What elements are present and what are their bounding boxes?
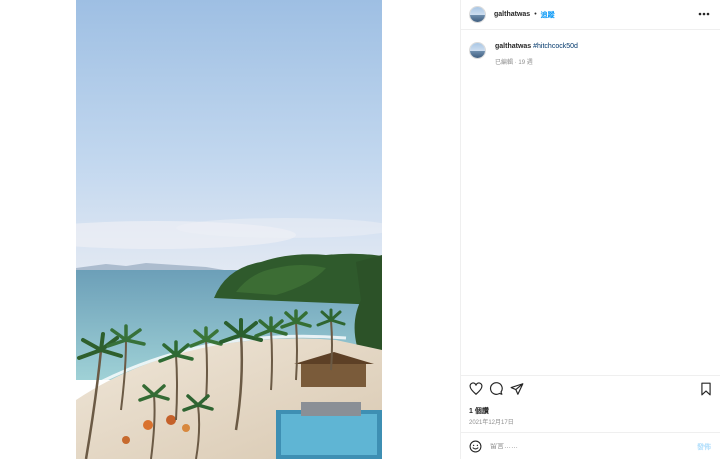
heart-icon[interactable] [469, 382, 483, 396]
post-comment-button[interactable]: 發佈 [697, 442, 711, 452]
comment-icon[interactable] [489, 382, 503, 396]
photo-area [0, 0, 460, 459]
instagram-post-view: galthatwas • 追蹤 galthatwas #hitchcock50d… [0, 0, 720, 459]
comment-bar: 發佈 [461, 432, 720, 459]
comment-input[interactable] [490, 442, 670, 450]
more-horizontal-icon[interactable] [697, 8, 711, 20]
post-date: 2021年12月17日 [469, 420, 514, 426]
post-side-panel: galthatwas • 追蹤 galthatwas #hitchcock50d… [460, 0, 720, 459]
separator-dot: • [534, 11, 537, 18]
like-count[interactable]: 1 個讚 [469, 406, 489, 416]
avatar[interactable] [469, 6, 486, 23]
bookmark-icon[interactable] [699, 382, 713, 396]
follow-button[interactable]: 追蹤 [541, 10, 555, 20]
paper-plane-icon[interactable] [510, 382, 524, 396]
post-photo[interactable] [76, 0, 382, 459]
post-header: galthatwas • 追蹤 [461, 0, 720, 30]
hashtag-link[interactable]: #hitchcock50d [533, 43, 578, 50]
emoji-smile-icon[interactable] [469, 440, 482, 453]
post-age: · 19 週 [514, 60, 533, 66]
post-caption: galthatwas #hitchcock50d 已編輯 · 19 週 [469, 42, 578, 66]
header-username[interactable]: galthatwas [494, 11, 530, 18]
caption-username[interactable]: galthatwas [495, 43, 531, 50]
beach-resort-photo [76, 0, 382, 459]
edited-label: 已編輯 [495, 60, 514, 66]
caption-avatar[interactable] [469, 42, 486, 59]
caption-meta: 已編輯 · 19 週 [495, 57, 578, 66]
caption-text: galthatwas #hitchcock50d [495, 42, 578, 52]
